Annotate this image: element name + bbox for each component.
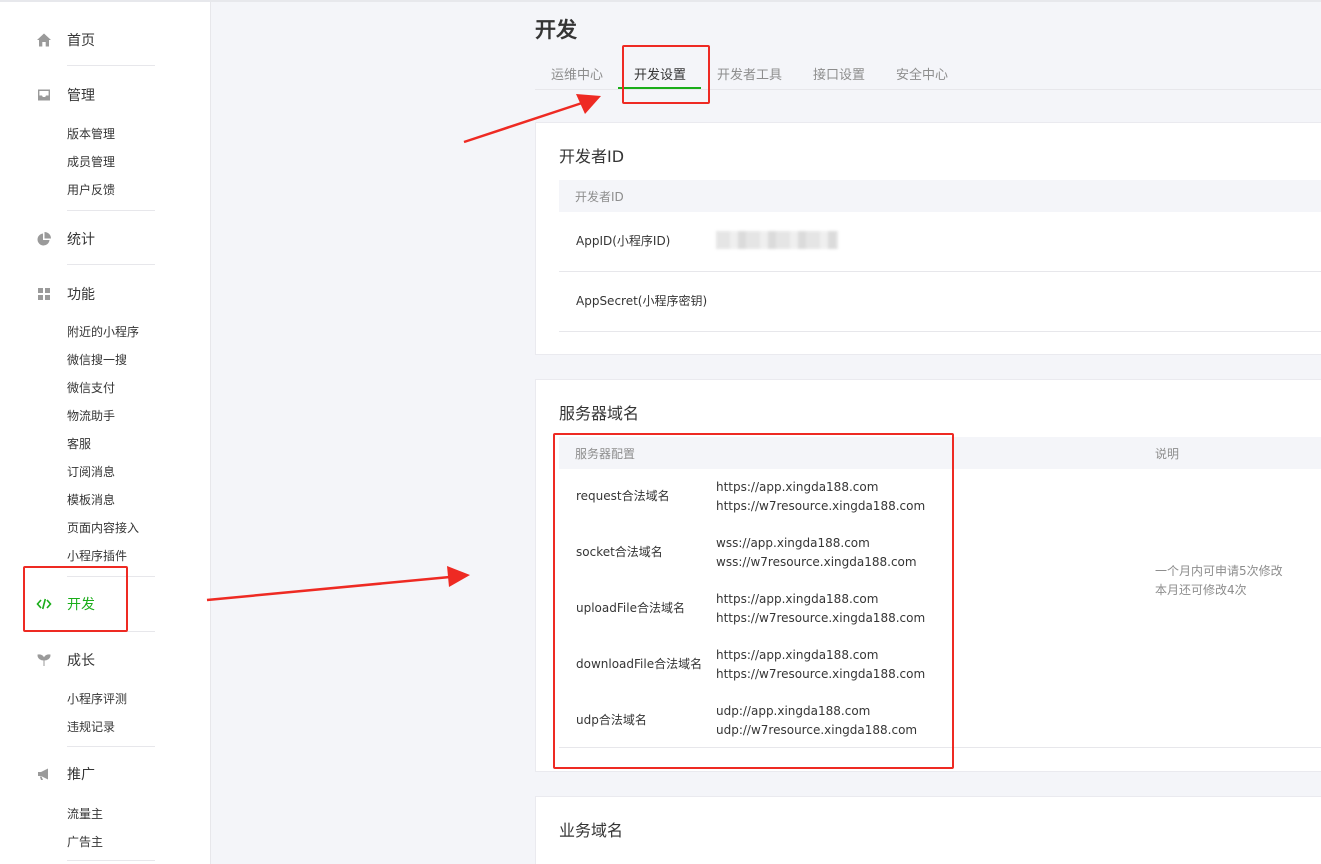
domain-value: https://w7resource.xingda188.com (716, 667, 926, 681)
appid-label: AppID(小程序ID) (576, 234, 671, 248)
sidebar-divider (67, 576, 155, 577)
sidebar-item-label: 开发 (67, 597, 95, 613)
section-title: 业务域名 (559, 821, 624, 840)
developer-id-card: 开发者ID 开发者ID AppID(小程序ID) AppSecret(小程序密钥… (535, 122, 1321, 355)
sidebar-divider (67, 65, 155, 66)
sidebar-item-label: 功能 (67, 287, 95, 303)
column-header: 开发者ID (575, 190, 624, 204)
domain-value: https://app.xingda188.com (716, 648, 879, 662)
grid-icon (38, 288, 50, 300)
sidebar-subitem-version[interactable]: 版本管理 (67, 126, 115, 142)
section-title: 开发者ID (559, 147, 625, 166)
tab-ops-center[interactable]: 运维中心 (551, 64, 603, 83)
section-title: 服务器域名 (559, 404, 640, 423)
sidebar-divider (67, 860, 155, 861)
pie-chart-icon (37, 232, 51, 246)
megaphone-icon (38, 768, 48, 780)
sidebar-subitem-search[interactable]: 微信搜一搜 (67, 352, 127, 368)
sidebar-subitem-nearby[interactable]: 附近的小程序 (67, 324, 139, 340)
appid-value-redacted (716, 231, 838, 249)
tab-dev-settings[interactable]: 开发设置 (634, 64, 686, 83)
arrow-to-server-config (206, 566, 470, 602)
column-header-config: 服务器配置 (575, 447, 636, 461)
table-header: 开发者ID (559, 180, 1321, 212)
domain-value: wss://w7resource.xingda188.com (716, 555, 917, 569)
sidebar-subitem-plugin[interactable]: 小程序插件 (67, 548, 127, 564)
domain-value: wss://app.xingda188.com (716, 536, 870, 550)
sidebar-subitem-service[interactable]: 客服 (67, 436, 91, 452)
column-header-note: 说明 (1155, 447, 1180, 461)
sidebar-subitem-review[interactable]: 小程序评测 (67, 691, 127, 707)
sidebar-subitem-subscribe[interactable]: 订阅消息 (67, 464, 115, 480)
sidebar-item-dev[interactable]: 开发 (36, 594, 95, 614)
sidebar-divider (67, 210, 155, 211)
sidebar-subitem-feedback[interactable]: 用户反馈 (67, 182, 115, 198)
domain-value: https://app.xingda188.com (716, 480, 879, 494)
server-domain-card: 服务器域名 服务器配置 说明 request合法域名 https://app.x… (535, 379, 1321, 772)
domain-value: udp://w7resource.xingda188.com (716, 723, 918, 737)
page-title: 开发 (535, 18, 577, 42)
tab-bar: 运维中心 开发设置 开发者工具 接口设置 安全中心 (535, 58, 1321, 90)
tab-api-settings[interactable]: 接口设置 (813, 64, 865, 83)
sidebar-subitem-traffic[interactable]: 流量主 (67, 806, 103, 822)
modify-quota-note: 一个月内可申请5次修改 (1155, 564, 1283, 578)
sidebar-subitem-violations[interactable]: 违规记录 (67, 719, 115, 735)
sidebar-item-features[interactable]: 功能 (36, 284, 95, 304)
sidebar-subitem-pay[interactable]: 微信支付 (67, 380, 115, 396)
tab-security-center[interactable]: 安全中心 (896, 64, 948, 83)
domain-type-label: request合法域名 (576, 489, 670, 503)
tab-dev-tools[interactable]: 开发者工具 (717, 64, 782, 83)
row-divider (559, 331, 1321, 332)
sidebar-item-manage[interactable]: 管理 (36, 85, 95, 105)
sidebar-item-label: 成长 (67, 653, 95, 669)
inbox-icon (38, 89, 50, 101)
sidebar-item-label: 推广 (67, 767, 95, 783)
sidebar-subitem-content[interactable]: 页面内容接入 (67, 520, 139, 536)
sidebar-subitem-template[interactable]: 模板消息 (67, 492, 115, 508)
appsecret-label: AppSecret(小程序密钥) (576, 294, 708, 308)
domain-type-label: downloadFile合法域名 (576, 657, 703, 671)
row-divider (559, 747, 1321, 748)
table-header: 服务器配置 说明 (559, 437, 1321, 469)
domain-value: https://w7resource.xingda188.com (716, 611, 926, 625)
sidebar-subitem-logistics[interactable]: 物流助手 (67, 408, 115, 424)
home-icon (37, 33, 51, 47)
sidebar-divider (67, 631, 155, 632)
active-tab-indicator (618, 87, 701, 89)
sidebar-divider (67, 264, 155, 265)
sidebar-item-label: 统计 (67, 232, 95, 248)
domain-type-label: uploadFile合法域名 (576, 601, 685, 615)
sidebar-item-label: 管理 (67, 88, 95, 104)
domain-type-label: udp合法域名 (576, 713, 647, 727)
sidebar: 首页 管理 版本管理 成员管理 用户反馈 统计 功能 附近的小程序 微信搜一搜 … (0, 2, 211, 864)
sprout-icon (37, 654, 51, 666)
code-icon (36, 598, 52, 610)
modify-remaining-note: 本月还可修改4次 (1155, 583, 1247, 597)
domain-value: https://app.xingda188.com (716, 592, 879, 606)
row-divider (559, 271, 1321, 272)
sidebar-item-growth[interactable]: 成长 (36, 650, 95, 670)
domain-value: https://w7resource.xingda188.com (716, 499, 926, 513)
sidebar-subitem-members[interactable]: 成员管理 (67, 154, 115, 170)
sidebar-item-stats[interactable]: 统计 (36, 229, 95, 249)
domain-type-label: socket合法域名 (576, 545, 663, 559)
domain-value: udp://app.xingda188.com (716, 704, 871, 718)
sidebar-item-label: 首页 (67, 33, 95, 49)
sidebar-item-home[interactable]: 首页 (36, 30, 95, 50)
sidebar-item-promo[interactable]: 推广 (36, 764, 95, 784)
business-domain-card: 业务域名 (535, 796, 1321, 864)
sidebar-divider (67, 746, 155, 747)
sidebar-subitem-advertiser[interactable]: 广告主 (67, 834, 103, 850)
